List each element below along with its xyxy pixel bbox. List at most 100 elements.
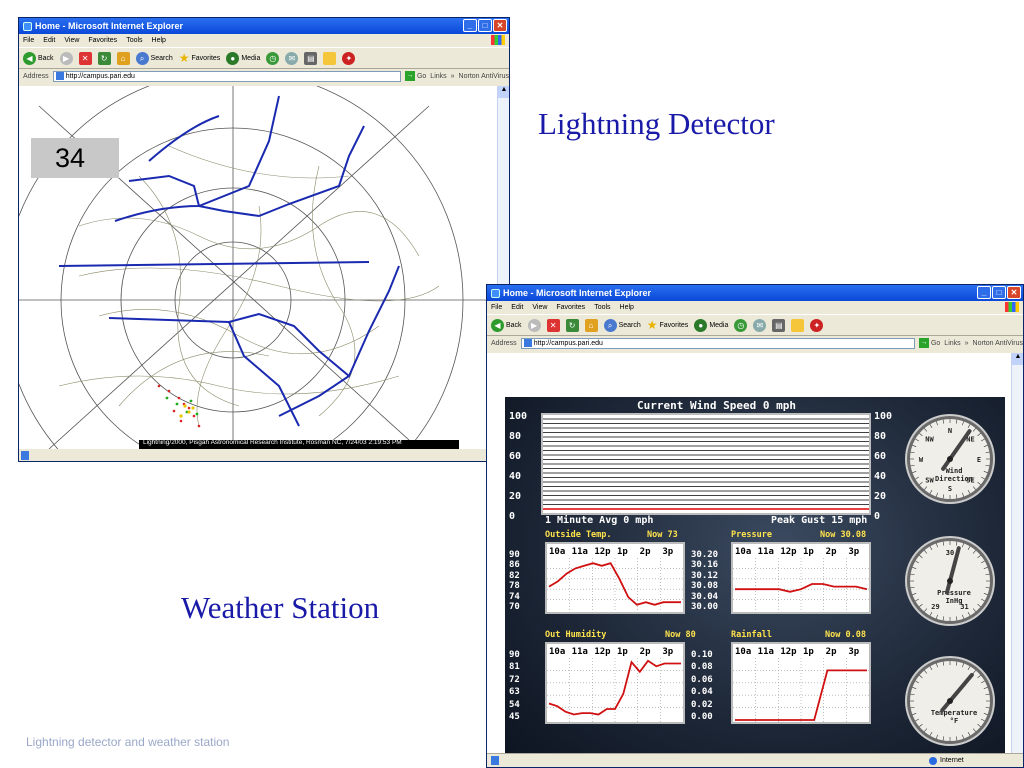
stop-button[interactable]: ✕ [546, 318, 560, 332]
menu-view[interactable]: View [64, 37, 79, 44]
gauge-label: 30 [946, 549, 954, 557]
menu-favorites[interactable]: Favorites [88, 37, 117, 44]
messenger-button[interactable]: ✦ [342, 51, 356, 65]
vertical-scrollbar[interactable]: ▲ [1011, 353, 1023, 753]
back-button[interactable]: ◀ Back [491, 318, 522, 332]
pressure-gauge-hub [947, 578, 953, 584]
page-icon [55, 72, 64, 80]
menu-tools[interactable]: Tools [594, 304, 610, 311]
y-axis-tick: 45 [509, 712, 520, 722]
minimize-button[interactable]: _ [463, 19, 477, 32]
outside-temp-chart: 10a 11a 12p 1p 2p 3p [545, 542, 685, 614]
refresh-button[interactable]: ↻ [97, 51, 111, 65]
star-icon: ★ [178, 51, 190, 65]
favorites-button[interactable]: ★ Favorites [647, 318, 689, 332]
address-input[interactable]: http://campus.pari.edu [520, 337, 915, 349]
y-axis-tick: 30.16 [691, 560, 719, 571]
wind-axis-left-tick: 100 [509, 411, 528, 422]
address-label: Address [23, 72, 49, 80]
messenger-button[interactable]: ✦ [810, 318, 824, 332]
norton-antivirus-button[interactable]: Norton AntiVirus [973, 340, 1023, 347]
y-axis-tick: 0.02 [691, 699, 713, 710]
home-button[interactable]: ⌂ [584, 318, 598, 332]
rainfall-now: Now 0.08 [825, 630, 866, 640]
back-arrow-icon: ◀ [491, 318, 504, 332]
back-button[interactable]: ◀ Back [23, 51, 54, 65]
time-tick-label: 10a [735, 547, 751, 557]
time-tick-label: 1p [617, 547, 628, 557]
close-button[interactable]: ✕ [493, 19, 507, 32]
media-button[interactable]: ● Media [694, 318, 728, 332]
menu-help[interactable]: Help [152, 37, 166, 44]
folder-button[interactable] [323, 51, 337, 65]
pressure-chart: 10a 11a 12p 1p 2p 3p [731, 542, 871, 614]
y-axis-tick: 30.00 [691, 602, 719, 612]
humidity-chart: 10a 11a 12p 1p 2p 3p [545, 642, 685, 724]
time-tick-label: 2p [640, 647, 651, 657]
wind-axis-left-tick: 20 [509, 491, 522, 502]
history-button[interactable]: ◷ [734, 318, 748, 332]
slide-footer: Lightning detector and weather station [26, 735, 230, 749]
time-tick-label: 1p [803, 647, 814, 657]
go-button[interactable]: → Go [918, 338, 940, 348]
forward-button[interactable]: ▶ [59, 51, 73, 65]
address-input[interactable]: http://campus.pari.edu [52, 70, 401, 82]
ie-icon [491, 288, 500, 298]
search-button[interactable]: ⌕ Search [135, 51, 173, 65]
y-axis-tick: 0.04 [691, 687, 713, 698]
links-button[interactable]: Links [944, 340, 960, 347]
maximize-button[interactable]: □ [992, 286, 1006, 299]
menu-file[interactable]: File [491, 304, 502, 311]
y-axis-tick: 0.08 [691, 662, 713, 673]
links-button[interactable]: Links [430, 73, 446, 80]
links-chevron[interactable]: » [451, 73, 455, 80]
menu-help[interactable]: Help [620, 304, 634, 311]
maximize-button[interactable]: □ [478, 19, 492, 32]
wind-axis-right-tick: 60 [874, 451, 887, 462]
menu-file[interactable]: File [23, 37, 34, 44]
minimize-button[interactable]: _ [977, 286, 991, 299]
menu-view[interactable]: View [532, 304, 547, 311]
weather-station-panel: Current Wind Speed 0 mph 1 Minute Avg 0 … [505, 397, 1005, 753]
refresh-button[interactable]: ↻ [565, 318, 579, 332]
home-button[interactable]: ⌂ [116, 51, 130, 65]
norton-antivirus-button[interactable]: Norton AntiVirus [459, 73, 509, 80]
y-axis-tick: 74 [509, 591, 520, 602]
history-button[interactable]: ◷ [266, 51, 280, 65]
y-axis-tick: 30.20 [691, 550, 719, 560]
menu-favorites[interactable]: Favorites [556, 304, 585, 311]
y-axis-tick: 30.08 [691, 581, 719, 592]
toolbar: ◀ Back ▶ ✕ ↻ ⌂ ⌕ Search ★ Favorites ● Media … [19, 47, 509, 69]
search-button[interactable]: ⌕ Search [603, 318, 641, 332]
time-tick-label: 12p [780, 547, 797, 557]
page-icon [523, 339, 532, 347]
print-button[interactable]: ▤ [772, 318, 786, 332]
internet-zone: Internet [929, 756, 964, 765]
time-tick-label: 1p [617, 647, 628, 657]
media-button[interactable]: ● Media [226, 51, 260, 65]
window-titlebar[interactable]: Home - Microsoft Internet Explorer _ □ ✕ [19, 18, 509, 34]
mail-button[interactable]: ✉ [753, 318, 767, 332]
wind-axis-right-tick: 80 [874, 431, 887, 442]
go-button[interactable]: → Go [404, 71, 426, 81]
links-chevron[interactable]: » [965, 340, 969, 347]
window-titlebar[interactable]: Home - Microsoft Internet Explorer _ □ ✕ [487, 285, 1023, 301]
folder-button[interactable] [791, 318, 805, 332]
wind-minute-avg: 1 Minute Avg 0 mph [545, 515, 654, 526]
time-tick-label: 11a [758, 547, 774, 557]
search-icon: ⌕ [135, 51, 149, 65]
favorites-button[interactable]: ★ Favorites [179, 51, 221, 65]
rainfall-plot: 10a 11a 12p 1p 2p 3p [733, 647, 869, 722]
mail-button[interactable]: ✉ [285, 51, 299, 65]
outside-temp-plot: 10a 11a 12p 1p 2p 3p [547, 547, 683, 612]
menu-bar: File Edit View Favorites Tools Help [487, 301, 1023, 314]
print-button[interactable]: ▤ [304, 51, 318, 65]
menu-edit[interactable]: Edit [511, 304, 523, 311]
forward-button[interactable]: ▶ [527, 318, 541, 332]
menu-tools[interactable]: Tools [126, 37, 142, 44]
humidity-plot: 10a 11a 12p 1p 2p 3p [547, 647, 683, 722]
menu-edit[interactable]: Edit [43, 37, 55, 44]
stop-button[interactable]: ✕ [78, 51, 92, 65]
wind-axis-left-tick: 40 [509, 471, 522, 482]
close-button[interactable]: ✕ [1007, 286, 1021, 299]
